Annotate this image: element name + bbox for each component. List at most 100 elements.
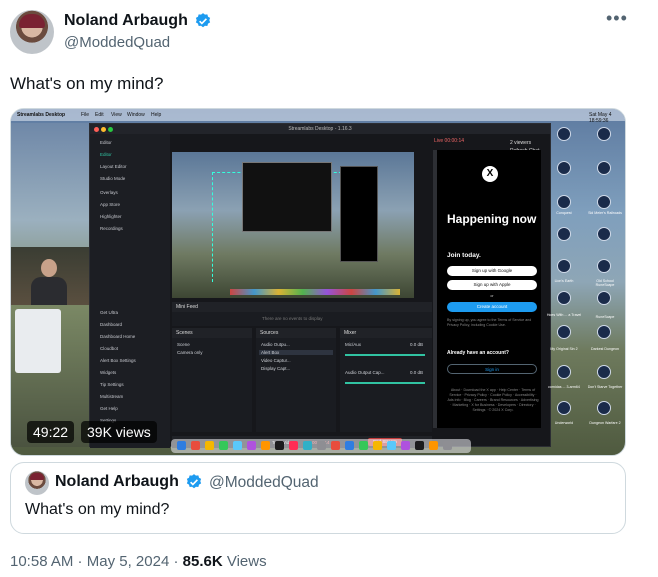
sources-header: Sources xyxy=(256,328,336,338)
scenes-header: Scenes xyxy=(172,328,252,338)
desktop-icon-label: Lion's Earth xyxy=(554,279,574,283)
video-player[interactable]: Streamlabs Desktop File Edit View Window… xyxy=(10,108,626,456)
author-handle[interactable]: @ModdedQuad xyxy=(64,34,170,51)
google-signup: Sign up with Google xyxy=(447,266,537,276)
shirt-shape xyxy=(31,277,67,305)
game-icon xyxy=(557,227,571,241)
quoted-avatar xyxy=(25,471,49,495)
game-icon xyxy=(557,291,571,305)
quoted-text: What's on my mind? xyxy=(25,501,170,518)
steam-icon xyxy=(597,127,611,141)
mini-dock xyxy=(230,289,400,295)
scene-item: Camera only xyxy=(177,350,203,355)
more-options-icon[interactable]: ••• xyxy=(606,8,628,29)
source-item: Audio Outpu... xyxy=(261,342,290,347)
desktop-icon-label: Old School RuneScape xyxy=(595,279,615,287)
menubar-item: Edit xyxy=(95,112,104,118)
x-headline: Happening now xyxy=(447,212,537,226)
streamlabs-window: Streamlabs Desktop - 1.16.3 Editor Edito… xyxy=(89,123,551,448)
mixer-meter xyxy=(345,382,425,384)
menubar-item: Help xyxy=(151,112,162,118)
desktop-background-left xyxy=(11,123,89,447)
game-icon xyxy=(597,325,611,339)
sidebar-item: Widgets xyxy=(100,370,117,375)
x-or: or xyxy=(490,294,494,298)
app-icon xyxy=(233,441,242,450)
mini-feed-empty: There are no events to display xyxy=(262,316,323,321)
steam-icon xyxy=(597,259,611,273)
desktop-icon-label: comidas ... 3-arm64 xyxy=(548,385,580,389)
desktop-icon-label: Conquest xyxy=(556,211,572,215)
tweet-date[interactable]: May 5, 2024 xyxy=(87,553,170,570)
viewer-count: 2 viewers xyxy=(510,140,532,146)
close-dot-icon xyxy=(94,127,99,132)
app-icon xyxy=(331,441,340,450)
verified-badge-icon xyxy=(186,474,202,489)
sidebar-item: Multistream xyxy=(100,394,124,399)
sidebar-item: Alert Box Settings xyxy=(100,358,136,363)
desktop-icon-label: My Original Sin 2 xyxy=(550,347,578,351)
game-icon xyxy=(597,227,611,241)
desktop-icon-label: Don't Starve Together xyxy=(587,385,623,389)
app-icon xyxy=(387,441,396,450)
app-title: Streamlabs Desktop - 1.16.3 xyxy=(90,124,550,134)
steam-icon xyxy=(597,291,611,305)
sidebar-item: Cloudbot xyxy=(100,346,119,351)
app-icon xyxy=(415,441,424,450)
meta-separator: · xyxy=(169,553,183,570)
minimize-dot-icon xyxy=(101,127,106,132)
sidebar-item: Recordings xyxy=(100,226,123,231)
menubar-item: Window xyxy=(127,112,145,118)
app-icon xyxy=(275,441,284,450)
tweet-time[interactable]: 10:58 AM xyxy=(10,553,73,570)
mixer-channel: Audio Output Cap... xyxy=(345,370,385,375)
game-icon xyxy=(597,365,611,379)
steam-icon xyxy=(557,127,571,141)
sidebar-item: Get Help xyxy=(100,406,118,411)
app-icon xyxy=(191,441,200,450)
finder-icon xyxy=(177,441,186,450)
game-icon xyxy=(557,259,571,273)
stream-preview xyxy=(172,152,414,298)
steam-icon xyxy=(597,401,611,415)
settings-icon xyxy=(317,441,326,450)
messages-icon xyxy=(219,441,228,450)
app-icon xyxy=(359,441,368,450)
sources-panel: Audio Outpu... Alert Box Video Captur...… xyxy=(256,338,336,432)
author-name[interactable]: Noland Arbaugh xyxy=(64,12,188,30)
video-duration: 49:22 xyxy=(27,421,75,443)
sidebar-item: Highlighter xyxy=(100,214,122,219)
game-icon xyxy=(557,195,571,209)
tweet-meta: 10:58 AM · May 5, 2024 · 85.6K Views xyxy=(10,553,267,570)
source-item: Display Capt... xyxy=(261,366,291,371)
sidebar-item: Layout Editor xyxy=(100,164,127,169)
app-icon xyxy=(345,441,354,450)
x-signup-screen: X Happening now Join today. Sign up with… xyxy=(433,150,541,428)
mixer-db: 0.0 dB xyxy=(410,342,424,347)
webcam-feed xyxy=(11,247,89,305)
quoted-tweet[interactable]: Noland Arbaugh @ModdedQuad What's on my … xyxy=(10,462,626,534)
mixer-meter xyxy=(345,354,425,356)
app-icon xyxy=(401,441,410,450)
mac-dock xyxy=(171,439,471,453)
verified-badge-icon xyxy=(195,13,211,28)
scene-item: Scene xyxy=(177,342,190,347)
mixer-db: 0.0 dB xyxy=(410,370,424,375)
x-already: Already have an account? xyxy=(447,350,509,356)
sidebar-item: Editor xyxy=(100,152,112,157)
mixer-channel: Mic/Aux xyxy=(345,342,362,347)
steam-icon xyxy=(557,161,571,175)
app-icon xyxy=(429,441,438,450)
author-avatar[interactable] xyxy=(10,10,54,54)
quoted-author-handle: @ModdedQuad xyxy=(209,474,319,491)
views-label: Views xyxy=(222,553,267,570)
app-icon xyxy=(247,441,256,450)
desktop-icon-label: Hoes With ... a Travel xyxy=(546,313,582,317)
sidebar-item: Studio Mode xyxy=(100,176,126,181)
streamlabs-sidebar: Editor Editor Layout Editor Studio Mode … xyxy=(90,134,170,448)
sidebar-item: Get Ultra xyxy=(100,310,119,315)
x-signin: Sign in xyxy=(447,364,537,374)
x-join: Join today. xyxy=(447,252,481,259)
app-icon xyxy=(557,365,571,379)
source-item: Video Captur... xyxy=(261,358,291,363)
